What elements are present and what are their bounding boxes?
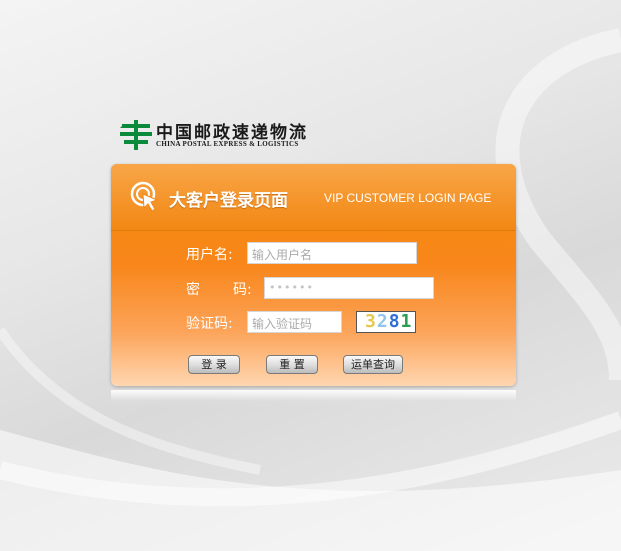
- china-post-icon: [120, 120, 152, 150]
- password-label-second: 码:: [233, 282, 252, 298]
- panel-reflection: [111, 390, 516, 408]
- reset-button[interactable]: 重 置: [266, 355, 318, 374]
- brand-name-en: CHINA POSTAL EXPRESS & LOGISTICS: [156, 140, 299, 148]
- captcha-char: 2: [376, 311, 389, 332]
- login-button[interactable]: 登 录: [188, 355, 240, 374]
- login-panel: 大客户登录页面 VIP CUSTOMER LOGIN PAGE 用户名: 输入用…: [111, 164, 516, 386]
- captcha-char: 8: [388, 311, 401, 332]
- page-title: 大客户登录页面: [169, 191, 288, 211]
- username-input[interactable]: 输入用户名: [247, 242, 417, 264]
- captcha-input[interactable]: 输入验证码: [247, 311, 342, 333]
- track-waybill-button[interactable]: 运单查询: [343, 355, 403, 374]
- brand-logo: 中国邮政速递物流 CHINA POSTAL EXPRESS & LOGISTIC…: [118, 118, 318, 154]
- captcha-label: 验证码:: [186, 316, 233, 332]
- username-label: 用户名:: [186, 247, 233, 263]
- captcha-char: 1: [400, 311, 413, 332]
- cursor-click-icon: [130, 181, 159, 212]
- captcha-image[interactable]: 3281: [356, 311, 416, 333]
- captcha-char: 3: [365, 311, 377, 332]
- password-input[interactable]: ••••••: [264, 277, 434, 299]
- page-title-en: VIP CUSTOMER LOGIN PAGE: [324, 191, 492, 205]
- password-label-first: 密: [186, 282, 200, 298]
- panel-header: 大客户登录页面 VIP CUSTOMER LOGIN PAGE: [111, 164, 516, 231]
